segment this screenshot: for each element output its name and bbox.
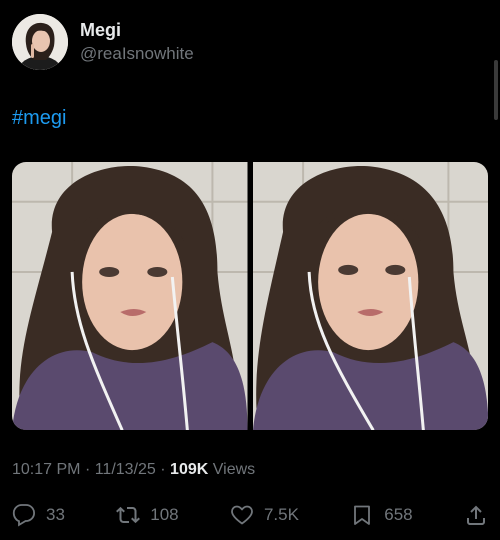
repost-count: 108	[150, 505, 179, 524]
reply-icon	[12, 504, 36, 527]
post-meta: 10:17 PM · 11/13/25 · 109K Views	[12, 460, 255, 480]
bookmark-button[interactable]: 658	[350, 503, 413, 527]
reply-count: 33	[46, 505, 65, 524]
post-date[interactable]: 11/13/25	[95, 461, 156, 478]
photo-1-image	[12, 162, 248, 430]
post-header: Megi @reaIsnowhite	[12, 14, 194, 70]
repost-button[interactable]: 108	[116, 503, 179, 527]
post-time[interactable]: 10:17 PM	[12, 461, 80, 478]
photo-1[interactable]	[12, 162, 248, 430]
hashtag-link[interactable]: #megi	[12, 106, 66, 130]
user-handle[interactable]: @reaIsnowhite	[80, 43, 194, 65]
views-count: 109K	[170, 461, 209, 478]
repost-icon	[116, 506, 141, 524]
avatar[interactable]	[12, 14, 68, 70]
like-icon	[231, 505, 253, 525]
share-icon	[466, 505, 485, 525]
meta-separator: ·	[160, 461, 166, 478]
views-label: Views	[212, 461, 256, 478]
like-button[interactable]: 7.5K	[230, 503, 299, 527]
reply-button[interactable]: 33	[12, 503, 65, 527]
share-button[interactable]	[464, 503, 488, 527]
avatar-image	[12, 14, 68, 70]
photo-2[interactable]	[252, 162, 488, 430]
scrollbar[interactable]	[494, 60, 498, 120]
display-name[interactable]: Megi	[80, 19, 194, 41]
meta-separator: ·	[84, 461, 91, 478]
media-grid	[12, 162, 488, 430]
photo-2-image	[252, 162, 488, 430]
bookmark-count: 658	[384, 505, 413, 524]
bookmark-icon	[354, 505, 371, 525]
like-count: 7.5K	[263, 505, 299, 524]
author-names: Megi @reaIsnowhite	[80, 19, 194, 65]
action-bar: 33 108 7.5K 658	[12, 500, 488, 530]
